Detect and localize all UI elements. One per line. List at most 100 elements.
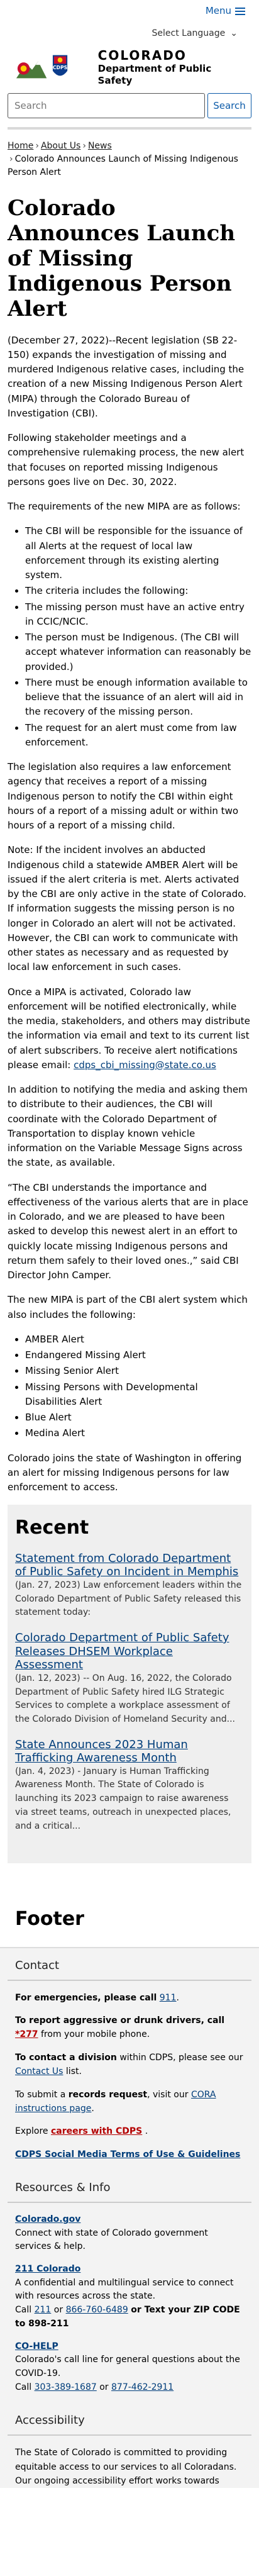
list-item: The request for an alert must come from … [25, 721, 251, 750]
alerts-list: AMBER Alert Endangered Missing Alert Mis… [25, 1332, 251, 1441]
article-paragraph: Note: If the incident involves an abduct… [8, 844, 246, 973]
resource-colorado-gov: Colorado.gov Connect with state of Color… [15, 2213, 244, 2254]
text-zip-number: to 898-211 [15, 2318, 69, 2329]
social-media-guidelines-link[interactable]: CDPS Social Media Terms of Use & Guideli… [15, 2149, 240, 2160]
recent-news: Recent Statement from Colorado Departmen… [8, 1505, 251, 1864]
list-item: The missing person must have an active e… [25, 600, 251, 630]
call-prefix: Call [15, 2305, 32, 2316]
recent-item-link[interactable]: State Announces 2023 Human Trafficking A… [15, 1738, 244, 1765]
menu-label: Menu [205, 5, 231, 17]
article: Colorado Announces Launch of Missing Ind… [0, 196, 259, 1864]
search-bar: Search [0, 91, 259, 127]
list-item: There must be enough information availab… [25, 676, 251, 720]
breadcrumb-home[interactable]: Home [8, 141, 33, 151]
search-button[interactable]: Search [207, 93, 251, 118]
list-item: The person must be Indigenous. (The CBI … [25, 630, 251, 674]
phone-211-link[interactable]: 211 [35, 2305, 52, 2315]
list-item: Blue Alert [25, 1410, 251, 1425]
article-paragraph: Colorado joins the state of Washington i… [8, 1452, 242, 1493]
breadcrumb: Home › About Us › News › Colorado Announces L… [0, 130, 259, 179]
careers-text: Explore careers with CDPS . [15, 2126, 148, 2137]
list-item: Endangered Missing Alert [25, 1348, 251, 1363]
report-suffix: from your mobile phone. [41, 2029, 150, 2040]
article-paragraph: In addition to notifying the media and a… [8, 1084, 248, 1169]
cohelp-desc: Colorado's call line for general questio… [15, 2355, 240, 2378]
email-link[interactable]: cdps_cbi_missing@state.co.us [74, 1059, 216, 1071]
explore-prefix: Explore [15, 2126, 48, 2137]
division-text: To contact a division within CDPS, pleas… [15, 2051, 244, 2079]
recent-item-link[interactable]: Statement from Colorado Department of Pu… [15, 1552, 244, 1579]
recent-item-summary: (Jan. 27, 2023) Law enforcement leaders … [15, 1580, 242, 1618]
report-label: To report aggressive or drunk drivers, c… [15, 2015, 225, 2026]
breadcrumb-about[interactable]: About Us [41, 141, 80, 151]
list-item: The CBI will be responsible for the issu… [25, 524, 251, 583]
text-zip-label: or Text your ZIP CODE [131, 2305, 240, 2316]
list-item: Medina Alert [25, 1426, 251, 1441]
cohelp-call: Call [15, 2382, 32, 2392]
article-paragraph: Following stakeholder meetings and a com… [8, 432, 245, 488]
article-text: Once a MIPA is activated, Colorado law e… [8, 986, 250, 1071]
footer-resources: Resources & Info Colorado.gov Connect wi… [0, 2170, 259, 2394]
recent-item: Colorado Department of Public Safety Rel… [15, 1631, 244, 1727]
list-item: The criteria includes the following: [25, 584, 251, 598]
page-title: Colorado Announces Launch of Missing Ind… [8, 196, 236, 322]
cohelp-link[interactable]: CO-HELP [15, 2341, 58, 2351]
footer-contact: Contact For emergencies, please call 911… [0, 1948, 259, 2161]
records-label: records request [68, 2089, 148, 2100]
article-paragraph: “The CBI understands the importance and … [8, 1181, 248, 1281]
contact-heading: Contact [8, 1948, 251, 1981]
division-suffix: list. [65, 2066, 82, 2077]
footer-accessibility: Accessibility The State of Colorado is c… [0, 2403, 259, 2488]
recent-item-link[interactable]: Colorado Department of Public Safety Rel… [15, 1631, 244, 1672]
careers-link[interactable]: careers with CDPS [51, 2126, 142, 2136]
resource-211: 211 Colorado A confidential and multilin… [15, 2263, 244, 2331]
guidelines-text: CDPS Social Media Terms of Use & Guideli… [15, 2148, 244, 2161]
site-logo[interactable]: CDPS COLORADO Department of Public Safet… [0, 45, 259, 91]
list-item: Missing Persons with Developmental Disab… [25, 1380, 251, 1410]
hamburger-icon [235, 6, 245, 17]
search-input[interactable] [8, 93, 205, 118]
records-mid: , visit our [147, 2089, 189, 2100]
requirements-list: The CBI will be responsible for the issu… [25, 524, 251, 750]
accessibility-heading: Accessibility [8, 2403, 251, 2436]
records-prefix: To submit a [15, 2089, 66, 2100]
phone-211-long-link[interactable]: 866-760-6489 [66, 2305, 128, 2315]
desc-211: A confidential and multilingual service … [15, 2277, 234, 2302]
division-label: To contact a division [15, 2052, 117, 2063]
logo-title: COLORADO [97, 47, 187, 63]
resource-cohelp: CO-HELP Colorado's call line for general… [15, 2340, 244, 2395]
article-paragraph: The new MIPA is part of the CBI alert sy… [8, 1294, 248, 1320]
resources-heading: Resources & Info [8, 2170, 251, 2203]
article-paragraph: (December 27, 2022)--Recent legislation … [8, 334, 245, 419]
svg-text:CDPS: CDPS [53, 65, 67, 70]
language-selector[interactable]: Select Language ⌄ [0, 23, 259, 45]
colorado-gov-link[interactable]: Colorado.gov [15, 2214, 80, 2224]
footer: Footer Contact For emergencies, please c… [0, 1888, 259, 2489]
emergency-label: For emergencies, please call [15, 1992, 157, 2003]
article-paragraph: Once a MIPA is activated, Colorado law e… [8, 985, 251, 1073]
accessibility-text: The State of Colorado is committed to pr… [15, 2448, 237, 2486]
article-paragraph: The requirements of the new MIPA are as … [8, 501, 241, 513]
menu-button[interactable]: Menu [206, 4, 245, 18]
footer-heading: Footer [0, 1888, 259, 1948]
cohelp-phone2-link[interactable]: 877-462-2911 [111, 2382, 174, 2392]
article-paragraph: The legislation also requires a law enfo… [8, 761, 239, 832]
logo-subtitle: Department of Public Safety [97, 62, 212, 87]
recent-item: State Announces 2023 Human Trafficking A… [15, 1738, 244, 1834]
breadcrumb-news[interactable]: News [88, 141, 112, 151]
or-text: or [53, 2305, 63, 2316]
contact-us-link[interactable]: Contact Us [15, 2066, 63, 2077]
cohelp-phone1-link[interactable]: 303-389-1687 [35, 2382, 97, 2392]
recent-item: Statement from Colorado Department of Pu… [15, 1552, 244, 1620]
report-phone-link[interactable]: *277 [15, 2029, 38, 2039]
link-211[interactable]: 211 Colorado [15, 2264, 80, 2274]
colorado-gov-desc: Connect with state of Colorado governmen… [15, 2228, 208, 2252]
colorado-cdps-logo-icon: CDPS [16, 55, 67, 79]
list-item: AMBER Alert [25, 1332, 251, 1347]
language-label: Select Language [152, 28, 226, 39]
division-mid: within CDPS, please see our [119, 2052, 243, 2063]
recent-heading: Recent [15, 1517, 89, 1539]
recent-item-summary: (Jan. 12, 2023) -- On Aug. 16, 2022, the… [15, 1673, 235, 1724]
breadcrumb-separator: › [82, 141, 86, 151]
emergency-phone-link[interactable]: 911 [160, 1993, 177, 2003]
